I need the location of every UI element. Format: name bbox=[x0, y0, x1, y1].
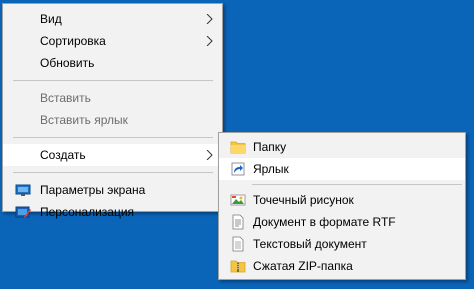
submenu-item-shortcut[interactable]: Ярлык bbox=[219, 158, 465, 180]
personalization-icon bbox=[15, 206, 31, 218]
menu-item-label: Параметры экрана bbox=[40, 183, 146, 197]
shortcut-icon bbox=[231, 162, 245, 176]
menu-item-label: Вставить bbox=[40, 91, 91, 105]
menu-separator bbox=[13, 137, 213, 138]
menu-item-personalization[interactable]: Персонализация bbox=[3, 201, 222, 223]
submenu-item-text-document[interactable]: Текстовый документ bbox=[219, 233, 465, 255]
menu-separator bbox=[252, 184, 462, 185]
chevron-right-icon bbox=[206, 150, 213, 160]
display-settings-icon bbox=[15, 184, 31, 196]
submenu-item-rtf[interactable]: Документ в формате RTF bbox=[219, 211, 465, 233]
menu-item-label: Сортировка bbox=[40, 34, 106, 48]
chevron-right-icon bbox=[206, 36, 213, 46]
menu-item-label: Создать bbox=[40, 148, 86, 162]
new-submenu: Папку Ярлык Точечный рисунок Документ в … bbox=[218, 132, 466, 280]
menu-item-refresh[interactable]: Обновить bbox=[3, 52, 222, 74]
desktop-context-menu: Вид Сортировка Обновить Вставить Вставит… bbox=[2, 3, 223, 219]
menu-item-display-settings[interactable]: Параметры экрана bbox=[3, 179, 222, 201]
submenu-item-bitmap[interactable]: Точечный рисунок bbox=[219, 189, 465, 211]
submenu-item-label: Точечный рисунок bbox=[253, 193, 354, 207]
menu-item-label: Обновить bbox=[40, 56, 95, 70]
folder-icon bbox=[230, 141, 246, 154]
menu-item-label: Персонализация bbox=[40, 205, 135, 219]
submenu-item-label: Ярлык bbox=[253, 162, 289, 176]
menu-separator bbox=[13, 80, 213, 81]
submenu-item-zip[interactable]: Сжатая ZIP-папка bbox=[219, 255, 465, 277]
text-document-icon bbox=[232, 236, 244, 252]
menu-item-label: Вид bbox=[40, 12, 62, 26]
menu-item-paste: Вставить bbox=[3, 87, 222, 109]
zip-folder-icon bbox=[230, 260, 246, 273]
chevron-right-icon bbox=[206, 14, 213, 24]
menu-item-label: Вставить ярлык bbox=[40, 113, 128, 127]
submenu-item-label: Текстовый документ bbox=[253, 237, 367, 251]
menu-item-view[interactable]: Вид bbox=[3, 8, 222, 30]
submenu-item-label: Сжатая ZIP-папка bbox=[253, 259, 353, 273]
menu-separator bbox=[13, 172, 213, 173]
submenu-item-label: Документ в формате RTF bbox=[253, 215, 396, 229]
menu-item-sort[interactable]: Сортировка bbox=[3, 30, 222, 52]
submenu-item-label: Папку bbox=[253, 140, 287, 154]
submenu-item-folder[interactable]: Папку bbox=[219, 136, 465, 158]
bitmap-image-icon bbox=[230, 194, 246, 206]
menu-item-new[interactable]: Создать bbox=[3, 144, 222, 166]
rtf-document-icon bbox=[232, 214, 244, 230]
menu-item-paste-shortcut: Вставить ярлык bbox=[3, 109, 222, 131]
